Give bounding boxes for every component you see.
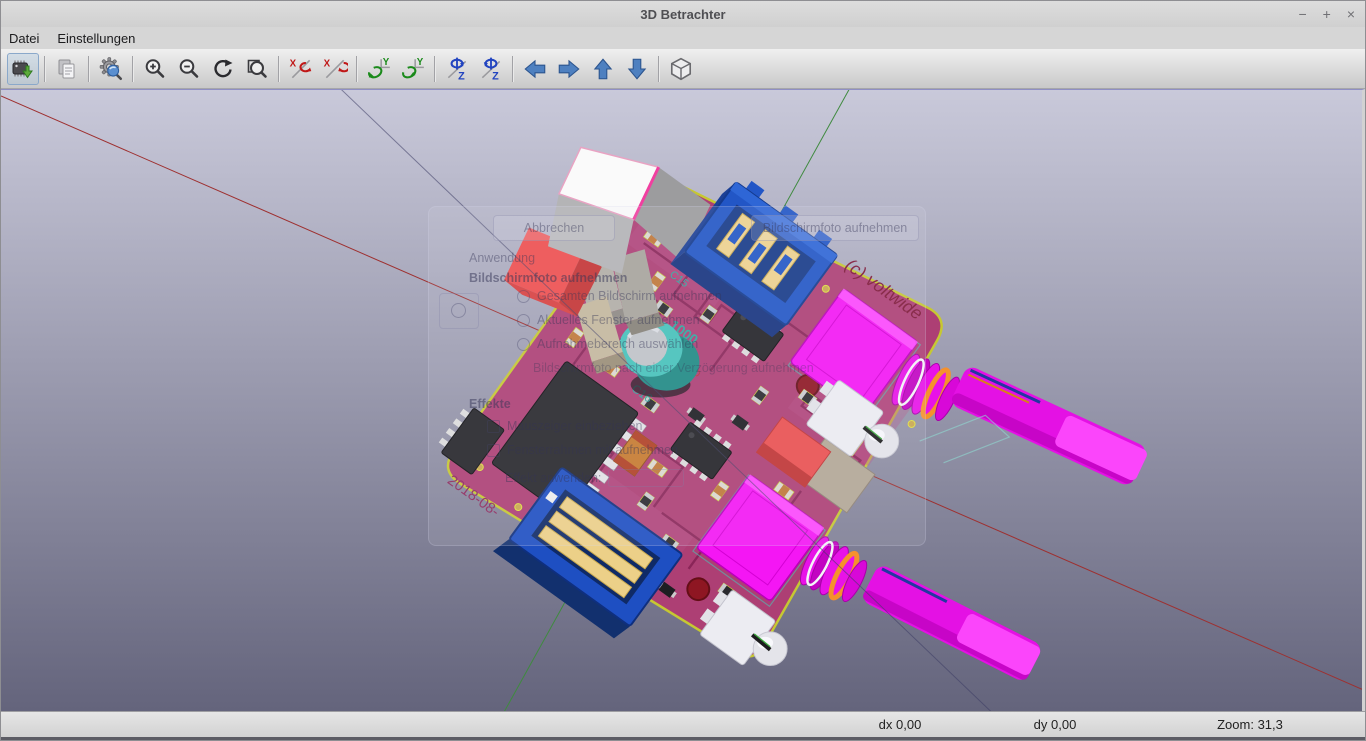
toolbar-separator [356, 56, 358, 82]
svg-text:X: X [290, 58, 297, 69]
status-zoom: Zoom: 31,3 [1135, 717, 1365, 732]
rotate-y-neg-button[interactable]: Y [397, 53, 429, 85]
rotate-x-neg-button[interactable]: X [319, 53, 351, 85]
menu-datei[interactable]: Datei [9, 31, 39, 46]
menu-einstellungen[interactable]: Einstellungen [57, 31, 135, 46]
close-button[interactable]: × [1347, 1, 1355, 27]
svg-text:Y: Y [417, 57, 424, 68]
rotate-x-pos-icon: X [288, 56, 314, 82]
rotate-z-pos-icon: Z [444, 56, 470, 82]
zoom-out-button[interactable] [173, 53, 205, 85]
pcb-3d-render: (c) voltwide 2018-08- C15 1000 C16 R20 [1, 90, 1362, 711]
toolbar-separator [658, 56, 660, 82]
zoom-to-fit-button[interactable] [241, 53, 273, 85]
svg-text:Z: Z [458, 70, 465, 82]
svg-text:Z: Z [492, 70, 499, 82]
rotate-y-pos-icon: Y [366, 56, 392, 82]
viewport-3d-canvas[interactable]: (c) voltwide 2018-08- C15 1000 C16 R20 [1, 89, 1365, 711]
rotate-z-neg-icon: Z [478, 56, 504, 82]
zoom-to-fit-icon [245, 57, 269, 81]
toolbar-separator [278, 56, 280, 82]
copy-image-icon [55, 57, 79, 81]
rotate-y-pos-button[interactable]: Y [363, 53, 395, 85]
orthographic-projection-icon [668, 56, 694, 82]
rotate-x-neg-icon: X [322, 56, 348, 82]
reload-board-icon [11, 57, 35, 81]
pan-down-button[interactable] [621, 53, 653, 85]
redraw-button[interactable] [207, 53, 239, 85]
pan-right-button[interactable] [553, 53, 585, 85]
render-options-icon [98, 56, 124, 82]
zoom-out-icon [177, 57, 201, 81]
status-dy: dy 0,00 [975, 717, 1135, 732]
render-options-button[interactable] [95, 53, 127, 85]
title-bar[interactable]: 3D Betrachter − + × [1, 1, 1365, 27]
pan-left-icon [522, 56, 548, 82]
redraw-icon [211, 57, 235, 81]
window-title: 3D Betrachter [1, 7, 1365, 22]
rotate-y-neg-icon: Y [400, 56, 426, 82]
toolbar-separator [88, 56, 90, 82]
svg-text:Y: Y [383, 57, 390, 68]
pan-up-button[interactable] [587, 53, 619, 85]
menu-bar: Datei Einstellungen [1, 27, 1365, 49]
minimize-button[interactable]: − [1298, 1, 1306, 27]
rotate-x-pos-button[interactable]: X [285, 53, 317, 85]
pan-left-button[interactable] [519, 53, 551, 85]
svg-text:X: X [324, 58, 331, 69]
3d-viewer-window: 3D Betrachter − + × Datei Einstellungen [0, 0, 1366, 741]
rotate-z-pos-button[interactable]: Z [441, 53, 473, 85]
reload-board-button[interactable] [7, 53, 39, 85]
pan-down-icon [624, 56, 650, 82]
toolbar: X X Y Y Z [1, 49, 1365, 89]
status-bar: dx 0,00 dy 0,00 Zoom: 31,3 [1, 711, 1365, 740]
toolbar-separator [434, 56, 436, 82]
maximize-button[interactable]: + [1323, 1, 1331, 27]
rotate-z-neg-button[interactable]: Z [475, 53, 507, 85]
orthographic-projection-button[interactable] [665, 53, 697, 85]
pan-up-icon [590, 56, 616, 82]
status-dx: dx 0,00 [825, 717, 975, 732]
copy-image-button[interactable] [51, 53, 83, 85]
zoom-in-icon [143, 57, 167, 81]
toolbar-separator [512, 56, 514, 82]
toolbar-separator [44, 56, 46, 82]
zoom-in-button[interactable] [139, 53, 171, 85]
toolbar-separator [132, 56, 134, 82]
pan-right-icon [556, 56, 582, 82]
